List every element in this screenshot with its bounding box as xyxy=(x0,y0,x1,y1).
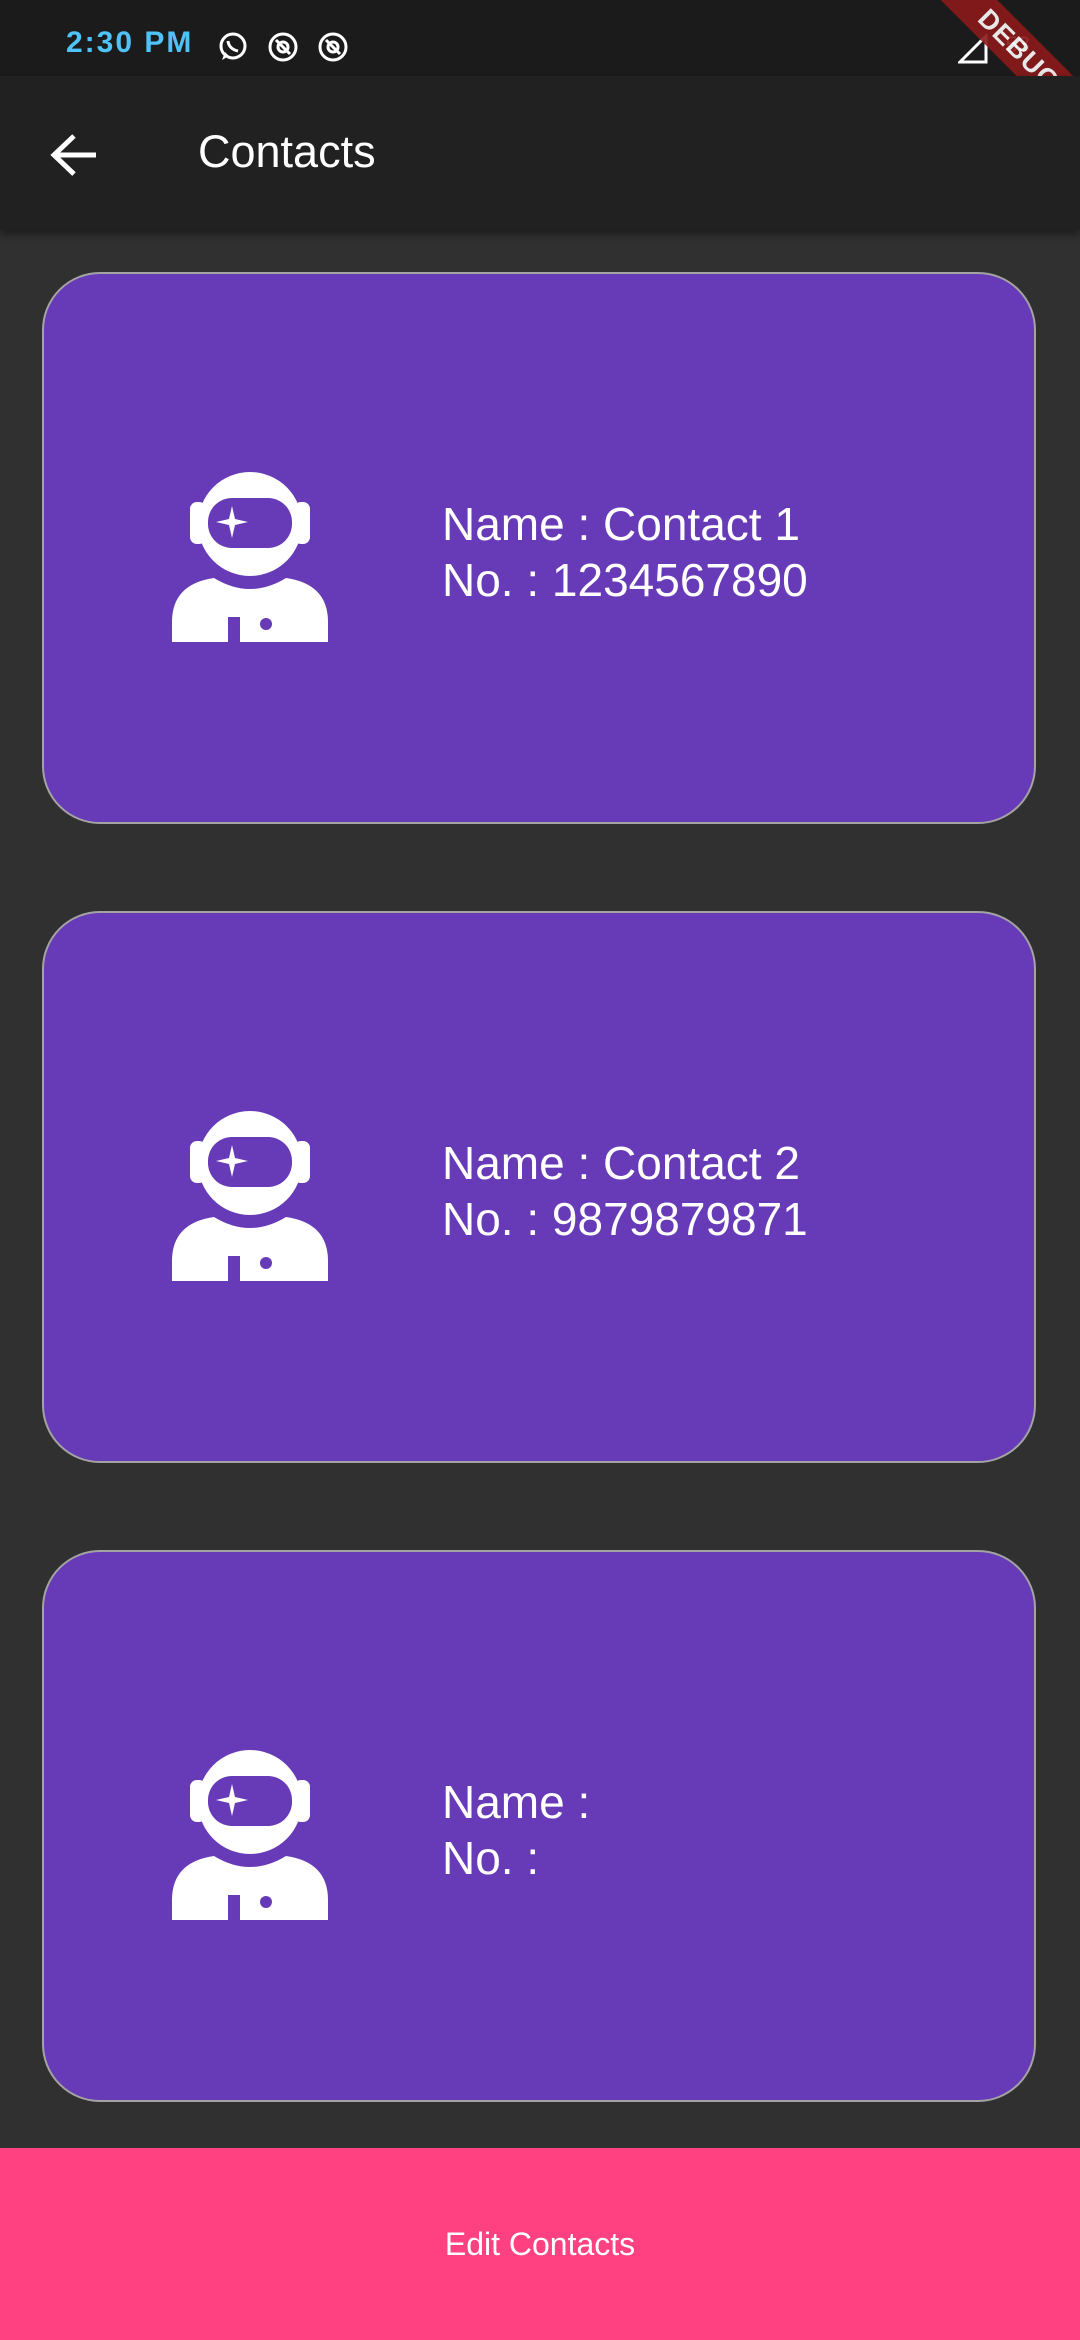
status-time-period: PM xyxy=(144,26,194,59)
contact-number: No. : xyxy=(442,1832,552,1884)
contact-card[interactable]: Name : No. : xyxy=(42,1550,1036,2102)
astronaut-icon xyxy=(172,1111,328,1281)
whatsapp-icon xyxy=(219,32,247,60)
contact-name: Name : xyxy=(442,1776,604,1828)
back-button[interactable] xyxy=(40,120,110,190)
arrow-back-icon xyxy=(50,134,96,176)
contact-name: Name : Contact 2 xyxy=(442,1137,800,1189)
status-bar: 2:30 PM 53 xyxy=(0,0,1080,76)
status-time: 2:30 PM xyxy=(66,26,193,60)
contact-number: No. : 1234567890 xyxy=(442,554,808,606)
status-time-value: 2:30 xyxy=(66,26,135,59)
contact-card[interactable]: Name : Contact 1 No. : 1234567890 xyxy=(42,272,1036,824)
edit-contacts-button[interactable]: Edit Contacts xyxy=(0,2148,1080,2340)
contact-number: No. : 9879879871 xyxy=(442,1193,808,1245)
astronaut-icon xyxy=(172,1750,328,1920)
contact-card[interactable]: Name : Contact 2 No. : 9879879871 xyxy=(42,911,1036,1463)
contact-info: Name : Contact 1 No. : 1234567890 xyxy=(442,496,808,608)
app-notification-icon xyxy=(318,32,348,62)
page-title: Contacts xyxy=(198,126,376,177)
astronaut-icon xyxy=(172,472,328,642)
contact-info: Name : Contact 2 No. : 9879879871 xyxy=(442,1135,808,1247)
app-bar: Contacts xyxy=(0,76,1080,230)
app-notification-icon xyxy=(268,32,298,62)
screen: 2:30 PM 53 DEBUG xyxy=(0,0,1080,2340)
contact-info: Name : No. : xyxy=(442,1774,603,1886)
contact-name: Name : Contact 1 xyxy=(442,498,800,550)
